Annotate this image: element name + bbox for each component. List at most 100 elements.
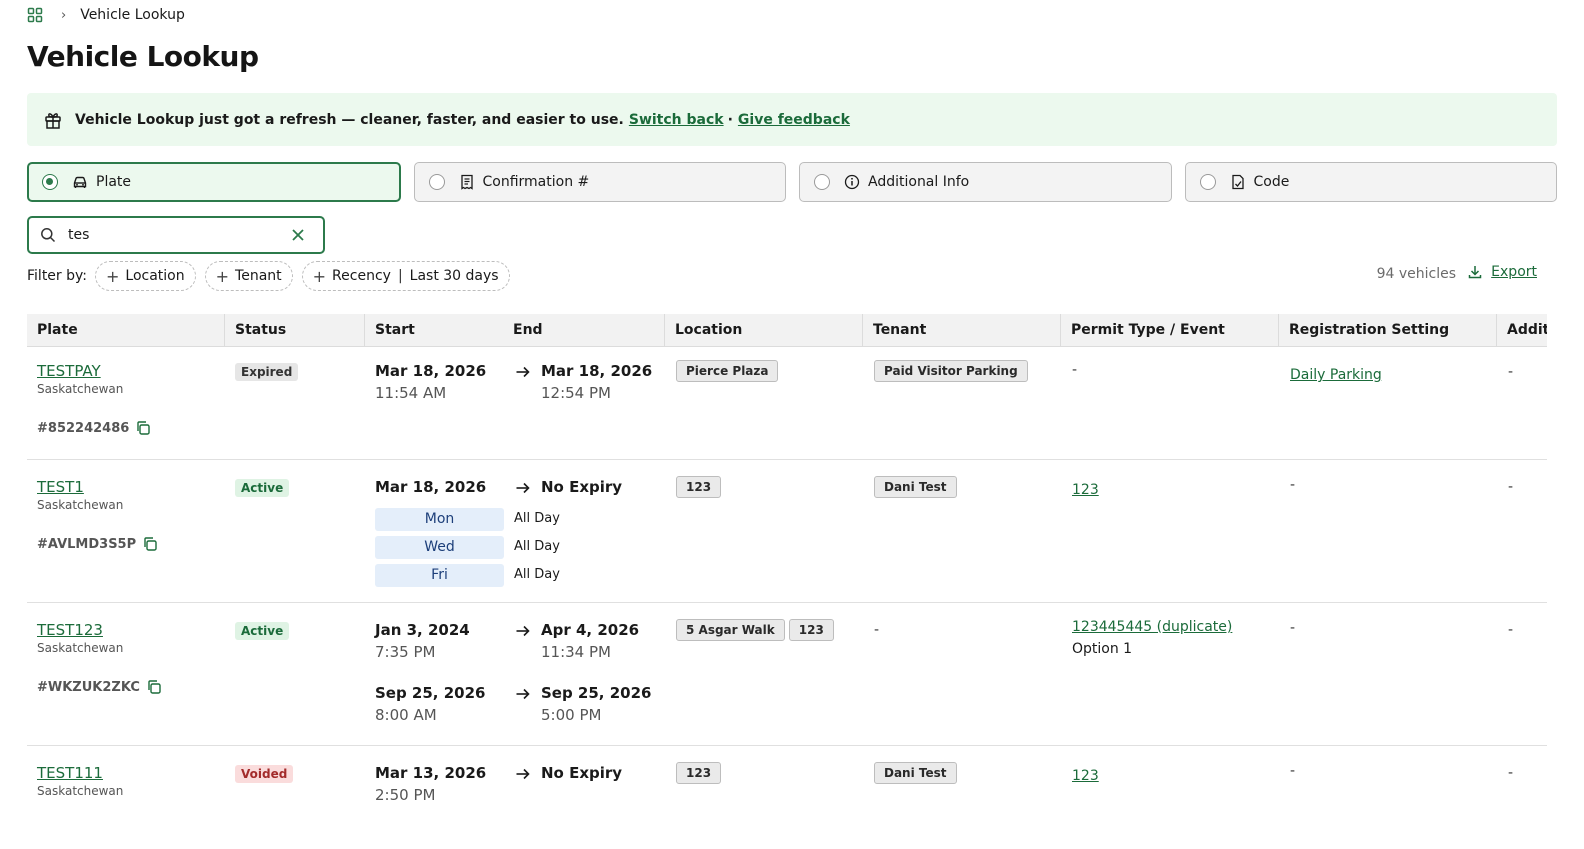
search-icon <box>41 228 56 243</box>
confirmation-value: #AVLMD3S5P <box>37 536 137 552</box>
radio-unselected[interactable] <box>814 174 830 190</box>
end-date: No Expiry <box>541 478 623 496</box>
search-input[interactable] <box>68 227 278 243</box>
plate-link[interactable]: TEST1 <box>37 478 123 496</box>
status-badge: Expired <box>235 363 299 381</box>
start-date: Sep 25, 2026 <box>375 684 486 702</box>
page-title: Vehicle Lookup <box>27 40 259 73</box>
confirmation-value: #852242486 <box>37 420 130 436</box>
col-header-registration[interactable]: Registration Setting <box>1279 314 1497 347</box>
col-header-end[interactable]: End <box>503 314 665 347</box>
results-count: 94 vehicles <box>1376 266 1456 282</box>
status-badge: Active <box>235 622 290 640</box>
tenant-empty: - <box>874 622 880 638</box>
table-row[interactable]: TESTPAY Saskatchewan #852242486 Expired … <box>27 347 1547 460</box>
permit-link[interactable]: 123 <box>1072 482 1099 498</box>
radio-unselected[interactable] <box>1199 174 1216 190</box>
end-date: Mar 18, 2026 <box>541 362 653 380</box>
search-type-additional-info[interactable]: Additional Info <box>799 162 1172 202</box>
start-time: 11:54 AM <box>375 384 447 402</box>
arrow-right-icon <box>516 625 530 637</box>
clear-icon[interactable] <box>291 228 305 242</box>
col-header-permit[interactable]: Permit Type / Event <box>1061 314 1279 347</box>
filter-chip-value: Last 30 days <box>409 268 499 284</box>
additional-empty: - <box>1508 622 1514 638</box>
filter-tenant-chip[interactable]: + Tenant <box>204 261 293 291</box>
search-type-group: Plate Confirmation # Additional Info Cod… <box>27 162 1557 202</box>
tenant-tag: Paid Visitor Parking <box>874 360 1028 382</box>
permit-option: Option 1 <box>1072 641 1133 657</box>
additional-empty: - <box>1508 479 1514 495</box>
confirmation-number: #AVLMD3S5P <box>37 536 158 552</box>
registration-empty: - <box>1290 763 1296 779</box>
radio-unselected[interactable] <box>428 174 445 190</box>
plate-link[interactable]: TEST123 <box>37 621 123 639</box>
copy-icon[interactable] <box>146 679 162 695</box>
filter-location-chip[interactable]: + Location <box>95 261 196 291</box>
plate-province: Saskatchewan <box>37 498 124 512</box>
chevron-right-icon: › <box>61 7 67 23</box>
permit-empty: - <box>1072 362 1078 378</box>
export-button[interactable]: Export <box>1467 264 1537 280</box>
give-feedback-link[interactable]: Give feedback <box>738 112 850 128</box>
search-type-confirmation[interactable]: Confirmation # <box>413 162 786 202</box>
plate-province: Saskatchewan <box>37 784 124 798</box>
permit-link[interactable]: 123 <box>1072 768 1099 784</box>
col-header-start[interactable]: Start <box>365 314 503 347</box>
col-header-tenant[interactable]: Tenant <box>863 314 1061 347</box>
table-header: Plate Status Start End Location Tenant P… <box>27 314 1547 347</box>
apps-grid-icon[interactable] <box>27 7 43 23</box>
copy-icon[interactable] <box>135 420 151 436</box>
end-date: No Expiry <box>541 764 623 782</box>
start-date: Mar 13, 2026 <box>375 764 487 782</box>
filter-bar: Filter by: + Location + Tenant + Recency… <box>27 260 519 292</box>
copy-icon[interactable] <box>142 536 158 552</box>
location-tag: Pierce Plaza <box>676 360 779 382</box>
table-row[interactable]: TEST1 Saskatchewan #AVLMD3S5P Active Mar… <box>27 460 1547 603</box>
additional-empty: - <box>1508 364 1514 380</box>
search-type-label: Confirmation # <box>482 174 590 190</box>
banner-text: Vehicle Lookup just got a refresh — clea… <box>75 111 624 128</box>
location-tag: 123 <box>676 476 722 498</box>
search-box <box>27 216 325 254</box>
search-type-code[interactable]: Code <box>1184 162 1557 202</box>
search-type-label: Code <box>1253 174 1290 190</box>
info-icon <box>844 174 860 190</box>
download-icon <box>1468 266 1482 279</box>
radio-selected[interactable] <box>42 174 58 190</box>
col-header-location[interactable]: Location <box>665 314 863 347</box>
table-row[interactable]: TEST123 Saskatchewan #WKZUK2ZKC Active J… <box>27 603 1547 746</box>
location-tag: 5 Asgar Walk <box>676 619 785 641</box>
filter-chip-label: Tenant <box>235 268 282 284</box>
plus-icon: + <box>106 266 120 286</box>
location-tag: 123 <box>788 619 834 641</box>
col-header-status[interactable]: Status <box>225 314 365 347</box>
start-time: 2:50 PM <box>375 786 436 804</box>
filter-recency-chip[interactable]: + Recency | Last 30 days <box>301 261 510 291</box>
plus-icon: + <box>215 266 230 286</box>
schedule-day: Wed <box>375 536 504 559</box>
location-tag: 123 <box>676 762 722 784</box>
schedule-hours: All Day <box>514 511 560 526</box>
end-date: Apr 4, 2026 <box>541 621 640 639</box>
search-type-label: Plate <box>96 174 132 190</box>
registration-link[interactable]: Daily Parking <box>1290 367 1382 383</box>
search-type-plate[interactable]: Plate <box>27 162 401 202</box>
additional-empty: - <box>1508 765 1514 781</box>
tenant-tag: Dani Test <box>874 476 957 498</box>
vehicle-table: Plate Status Start End Location Tenant P… <box>27 314 1547 849</box>
plate-link[interactable]: TESTPAY <box>37 362 123 380</box>
col-header-additional[interactable]: Additi <box>1497 314 1547 347</box>
filter-chip-label: Location <box>125 268 185 284</box>
schedule-hours: All Day <box>514 539 560 554</box>
permit-link[interactable]: 123445445 (duplicate) <box>1072 619 1232 635</box>
car-icon <box>73 176 87 188</box>
start-date: Mar 18, 2026 <box>375 478 487 496</box>
plate-link[interactable]: TEST111 <box>37 764 123 782</box>
search-type-label: Additional Info <box>868 174 970 190</box>
table-row[interactable]: TEST111 Saskatchewan Voided Mar 13, 2026… <box>27 746 1547 849</box>
switch-back-link[interactable]: Switch back <box>629 112 724 128</box>
col-header-plate[interactable]: Plate <box>27 314 225 347</box>
filter-chip-label: Recency <box>332 268 391 284</box>
start-time: 7:35 PM <box>375 643 436 661</box>
